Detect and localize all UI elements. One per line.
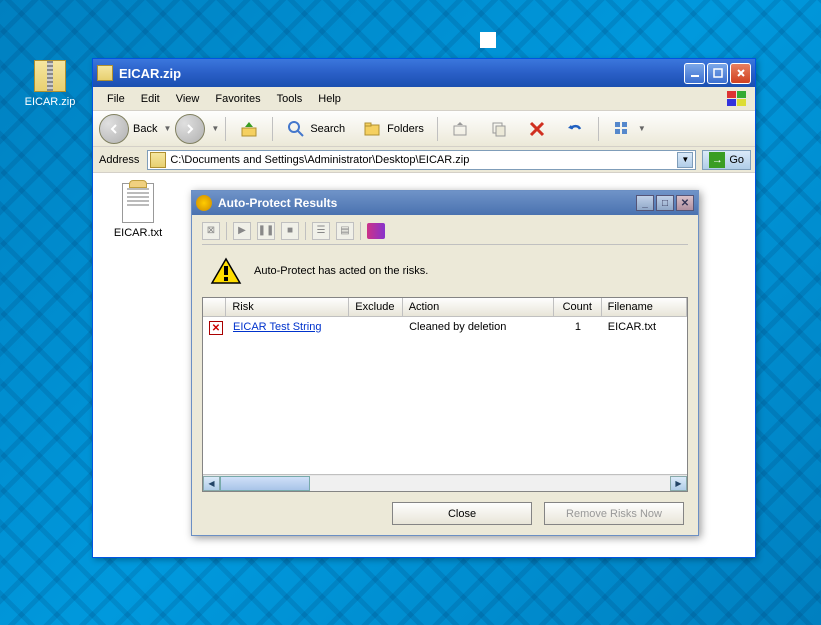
folders-button[interactable]: Folders [356,115,431,143]
address-combo[interactable]: C:\Documents and Settings\Administrator\… [147,150,696,170]
risk-link[interactable]: EICAR Test String [233,321,321,333]
address-label: Address [97,154,141,166]
address-path: C:\Documents and Settings\Administrator\… [170,154,677,166]
play-button[interactable]: ▶ [233,222,251,240]
help-icon[interactable] [367,223,385,239]
col-icon[interactable] [203,298,226,316]
pause-button[interactable]: ❚❚ [257,222,275,240]
auto-protect-dialog: Auto-Protect Results _ □ ✕ ⊠ ▶ ❚❚ ■ ☰ ▤ … [191,190,699,536]
search-label: Search [310,123,345,135]
views-button[interactable]: ▼ [605,115,653,143]
cell-filename: EICAR.txt [602,319,687,337]
warning-icon [210,257,242,285]
close-button[interactable]: ✕ [676,195,694,211]
col-count[interactable]: Count [554,298,602,316]
windows-flag-icon [725,89,749,109]
explorer-titlebar[interactable]: EICAR.zip [93,59,755,87]
minimize-button[interactable]: _ [636,195,654,211]
col-exclude[interactable]: Exclude [349,298,402,316]
move-to-button[interactable] [444,115,478,143]
col-filename[interactable]: Filename [602,298,687,316]
maximize-button[interactable] [707,63,728,84]
stop-button[interactable]: ⊠ [202,222,220,240]
scroll-thumb[interactable] [220,476,310,491]
dialog-buttons: Close Remove Risks Now [202,492,688,529]
cell-exclude [350,319,403,337]
chevron-down-icon[interactable]: ▼ [211,124,219,133]
zip-icon [97,65,113,81]
scroll-track[interactable] [220,476,670,491]
file-name: EICAR.txt [103,227,173,239]
back-label: Back [133,123,157,135]
menu-help[interactable]: Help [310,90,349,108]
go-button[interactable]: → Go [702,150,751,170]
risk-icon: ✕ [209,321,223,335]
minimize-button[interactable] [684,63,705,84]
forward-button[interactable] [175,114,205,144]
app-icon [196,195,212,211]
stop2-button[interactable]: ■ [281,222,299,240]
go-arrow-icon: → [709,152,725,168]
dialog-toolbar: ⊠ ▶ ❚❚ ■ ☰ ▤ [202,221,688,245]
desktop-icon-label: EICAR.zip [20,96,80,108]
file-eicar-txt[interactable]: EICAR.txt [103,183,173,239]
dialog-title: Auto-Protect Results [218,196,636,210]
dialog-message: Auto-Protect has acted on the risks. [254,265,428,277]
undo-button[interactable] [558,115,592,143]
horizontal-scrollbar[interactable]: ◀ ▶ [203,474,687,491]
grid-header: Risk Exclude Action Count Filename [203,298,687,317]
options-button[interactable]: ☰ [312,222,330,240]
menubar: File Edit View Favorites Tools Help [93,87,755,111]
close-button[interactable]: Close [392,502,532,525]
cell-count: 1 [554,319,602,337]
scroll-left-button[interactable]: ◀ [203,476,220,491]
remove-risks-button[interactable]: Remove Risks Now [544,502,684,525]
folders-label: Folders [387,123,424,135]
menu-tools[interactable]: Tools [269,90,311,108]
menu-favorites[interactable]: Favorites [207,90,268,108]
search-button[interactable]: Search [279,115,352,143]
col-risk[interactable]: Risk [226,298,349,316]
delete-button[interactable] [520,115,554,143]
dialog-titlebar[interactable]: Auto-Protect Results _ □ ✕ [192,191,698,215]
zip-icon [34,60,66,92]
menu-view[interactable]: View [168,90,208,108]
message-row: Auto-Protect has acted on the risks. [202,253,688,297]
white-square [480,32,496,48]
menu-file[interactable]: File [99,90,133,108]
report-button[interactable]: ▤ [336,222,354,240]
copy-to-button[interactable] [482,115,516,143]
back-button[interactable] [99,114,129,144]
cell-action: Cleaned by deletion [403,319,554,337]
go-label: Go [729,154,744,166]
up-button[interactable] [232,115,266,143]
window-title: EICAR.zip [119,66,684,81]
address-bar: Address C:\Documents and Settings\Admini… [93,147,755,173]
menu-edit[interactable]: Edit [133,90,168,108]
table-row[interactable]: ✕ EICAR Test String Cleaned by deletion … [203,317,687,339]
chevron-down-icon[interactable]: ▼ [677,152,693,168]
zip-icon [150,152,166,168]
col-action[interactable]: Action [403,298,554,316]
scroll-right-button[interactable]: ▶ [670,476,687,491]
desktop-icon-eicar-zip[interactable]: EICAR.zip [20,60,80,108]
maximize-button[interactable]: □ [656,195,674,211]
chevron-down-icon[interactable]: ▼ [163,124,171,133]
results-grid: Risk Exclude Action Count Filename ✕ EIC… [202,297,688,492]
close-button[interactable] [730,63,751,84]
text-file-icon [122,183,154,223]
toolbar: Back ▼ ▼ Search Folders ▼ [93,111,755,147]
